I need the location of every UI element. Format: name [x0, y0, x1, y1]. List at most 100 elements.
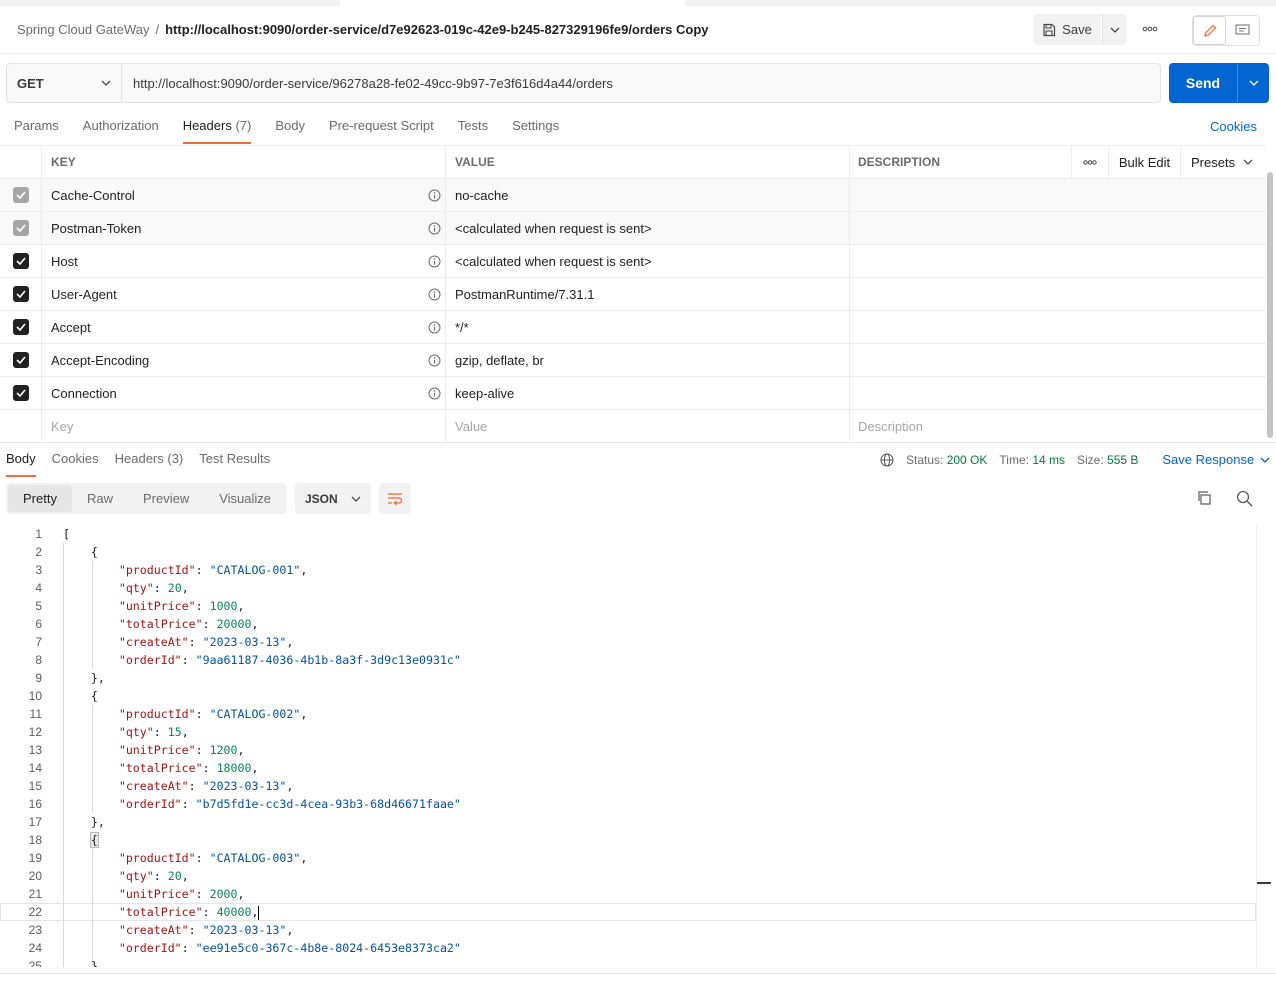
send-button[interactable]: Send — [1169, 63, 1237, 103]
header-value-cell[interactable]: no-cache — [446, 179, 850, 211]
code-text: "totalPrice": 18000, — [118, 761, 259, 775]
line-number: 19 — [28, 851, 42, 865]
header-key-cell[interactable]: Accept-Encoding — [42, 344, 446, 376]
tab-tests[interactable]: Tests — [458, 118, 488, 144]
header-value: no-cache — [455, 187, 509, 203]
header-value-cell[interactable]: gzip, deflate, br — [446, 344, 850, 376]
info-icon[interactable] — [428, 288, 441, 301]
tab-settings[interactable]: Settings — [512, 118, 559, 144]
header-enabled-checkbox[interactable] — [12, 385, 29, 401]
headers-scrollbar[interactable] — [1267, 172, 1273, 438]
code-line: 18 { — [0, 831, 1256, 849]
url-input[interactable]: http://localhost:9090/order-service/9627… — [122, 64, 1160, 102]
editor-scrollbar[interactable] — [1256, 525, 1271, 967]
code-text: "unitPrice": 2000, — [118, 887, 245, 901]
info-icon[interactable] — [428, 222, 441, 235]
globe-icon[interactable] — [880, 452, 894, 467]
bulk-edit-button[interactable]: Bulk Edit — [1109, 146, 1181, 178]
new-description-input[interactable]: Description — [850, 410, 1266, 442]
header-enabled-checkbox[interactable] — [12, 286, 29, 302]
status-info[interactable]: Status: 200 OK — [906, 453, 987, 467]
wrap-lines-button[interactable] — [379, 483, 411, 514]
info-icon[interactable] — [428, 255, 441, 268]
code-line: 12 "qty": 15, — [0, 723, 1256, 741]
response-tab-body[interactable]: Body — [6, 451, 36, 477]
breadcrumb-collection[interactable]: Spring Cloud GateWay — [17, 22, 149, 37]
column-value: VALUE — [446, 146, 850, 178]
header-value-cell[interactable]: PostmanRuntime/7.31.1 — [446, 278, 850, 310]
save-button[interactable]: Save — [1033, 14, 1101, 45]
header-value-cell[interactable]: keep-alive — [446, 377, 850, 409]
header-description-cell[interactable] — [850, 179, 1266, 211]
tab-authorization[interactable]: Authorization — [83, 118, 159, 144]
header-check-column — [0, 146, 42, 178]
new-key-input[interactable]: Key — [42, 410, 446, 442]
code-line: 7 "createAt": "2023-03-13", — [0, 633, 1256, 651]
header-enabled-checkbox[interactable] — [12, 187, 29, 203]
response-body-editor[interactable]: 1[2 {3 "productId": "CATALOG-001", 4 "qty… — [0, 525, 1256, 967]
edit-mode-button[interactable] — [1193, 16, 1226, 45]
save-options-button[interactable] — [1102, 14, 1127, 45]
response-tab-headers[interactable]: Headers (3) — [115, 451, 184, 477]
header-enabled-checkbox[interactable] — [12, 220, 29, 236]
format-visualize[interactable]: Visualize — [204, 485, 286, 512]
save-response-button[interactable]: Save Response — [1162, 452, 1270, 467]
format-pretty[interactable]: Pretty — [8, 485, 72, 512]
format-preview[interactable]: Preview — [128, 485, 204, 512]
line-number: 4 — [35, 581, 42, 595]
language-select[interactable]: JSON — [295, 483, 371, 514]
line-number: 9 — [35, 671, 42, 685]
info-icon[interactable] — [428, 321, 441, 334]
tab-pre-request-script[interactable]: Pre-request Script — [329, 118, 434, 144]
header-key-cell[interactable]: Postman-Token — [42, 212, 446, 244]
header-value-cell[interactable]: */* — [446, 311, 850, 343]
header-key-cell[interactable]: User-Agent — [42, 278, 446, 310]
tab-headers[interactable]: Headers (7) — [182, 118, 251, 144]
time-info[interactable]: Time: 14 ms — [999, 453, 1065, 467]
header-enabled-checkbox[interactable] — [12, 319, 29, 335]
size-info[interactable]: Size: 555 B — [1077, 453, 1138, 467]
header-enabled-checkbox-cell — [0, 377, 42, 409]
response-tab-test-results[interactable]: Test Results — [199, 451, 270, 477]
header-key-cell[interactable]: Host — [42, 245, 446, 277]
header-description-cell[interactable] — [850, 278, 1266, 310]
presets-dropdown[interactable]: Presets — [1181, 146, 1266, 178]
headers-table: KEY VALUE DESCRIPTION Bulk Edit Presets … — [0, 145, 1266, 443]
header-row: Postman-Token <calculated when request is… — [0, 212, 1266, 245]
tab-params[interactable]: Params — [14, 118, 59, 144]
header-description-cell[interactable] — [850, 377, 1266, 409]
header-description-cell[interactable] — [850, 245, 1266, 277]
line-number: 24 — [28, 941, 42, 955]
header-value-cell[interactable]: <calculated when request is sent> — [446, 212, 850, 244]
more-actions-button[interactable] — [1138, 19, 1162, 39]
send-options-button[interactable] — [1237, 63, 1269, 103]
header-key: User-Agent — [51, 286, 117, 302]
response-bar: Body Cookies Headers (3) Test Results St… — [0, 442, 1276, 478]
format-raw[interactable]: Raw — [72, 485, 128, 512]
search-response-button[interactable] — [1236, 490, 1253, 510]
breadcrumb-request-name[interactable]: http://localhost:9090/order-service/d7e9… — [165, 22, 708, 37]
header-key-cell[interactable]: Accept — [42, 311, 446, 343]
info-icon[interactable] — [428, 189, 441, 202]
response-tab-cookies[interactable]: Cookies — [52, 451, 99, 477]
header-description-cell[interactable] — [850, 212, 1266, 244]
new-row-check-cell — [0, 410, 42, 442]
method-select[interactable]: GET — [7, 64, 122, 102]
cookies-link[interactable]: Cookies — [1210, 119, 1257, 134]
column-options-button[interactable] — [1072, 146, 1109, 178]
column-description: DESCRIPTION — [850, 146, 1072, 178]
copy-button[interactable] — [1196, 490, 1212, 509]
header-key-cell[interactable]: Connection — [42, 377, 446, 409]
header-key-cell[interactable]: Cache-Control — [42, 179, 446, 211]
new-value-input[interactable]: Value — [446, 410, 850, 442]
info-icon[interactable] — [428, 387, 441, 400]
header-value-cell[interactable]: <calculated when request is sent> — [446, 245, 850, 277]
header-enabled-checkbox[interactable] — [12, 352, 29, 368]
header-description-cell[interactable] — [850, 344, 1266, 376]
comments-button[interactable] — [1226, 16, 1259, 45]
code-line: 17 }, — [0, 813, 1256, 831]
header-enabled-checkbox[interactable] — [12, 253, 29, 269]
info-icon[interactable] — [428, 354, 441, 367]
header-description-cell[interactable] — [850, 311, 1266, 343]
tab-body[interactable]: Body — [275, 118, 305, 144]
